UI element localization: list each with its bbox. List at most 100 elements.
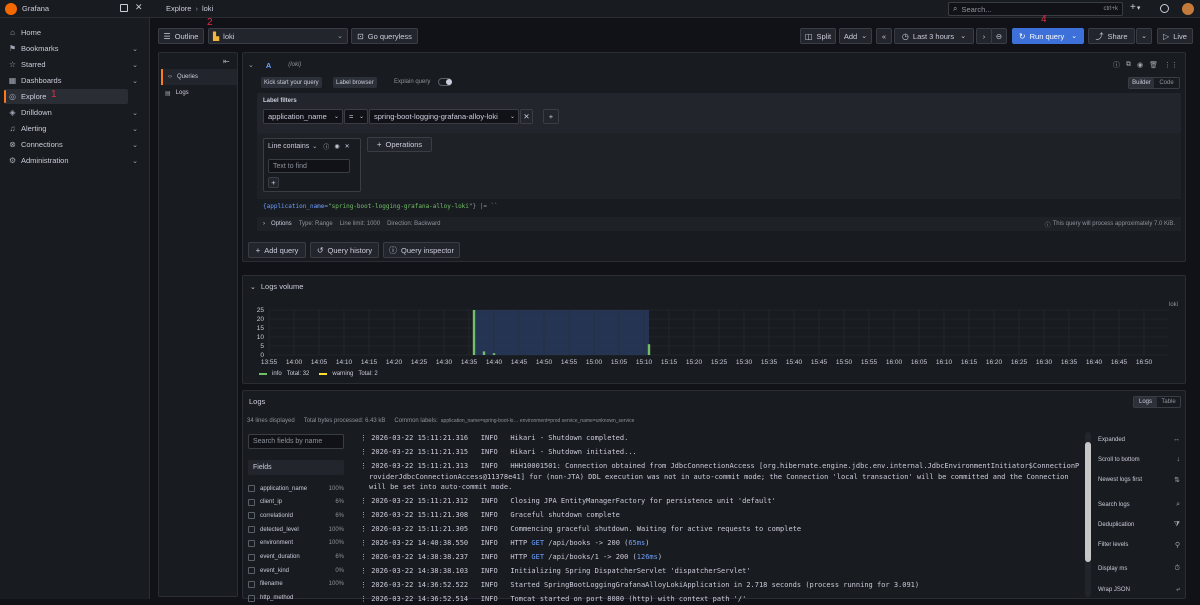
log-row[interactable]: ⋮ 2026-03-22 14:40:38.550 INFO HTTP GET …: [360, 538, 1085, 549]
collapse-outline-icon[interactable]: ⇤: [223, 57, 230, 66]
field-row[interactable]: event_duration 6%: [248, 552, 344, 563]
log-row[interactable]: ⋮ 2026-03-22 14:36:52.514 INFO Tomcat st…: [360, 594, 1085, 605]
label-browser-button[interactable]: Label browser: [333, 77, 377, 88]
sidebar-item-bookmarks[interactable]: ⚑ Bookmarks ⌄: [4, 41, 138, 56]
datasource-picker[interactable]: ▙ loki ⌄: [208, 28, 348, 44]
time-back-button[interactable]: «: [876, 28, 892, 44]
log-row-menu-icon[interactable]: ⋮: [360, 525, 371, 533]
chevron-down-icon[interactable]: ⌄: [132, 109, 138, 117]
logs-scrollbar[interactable]: [1085, 432, 1091, 597]
add-button[interactable]: Add ⌄: [839, 28, 872, 44]
operations-button[interactable]: + Operations: [367, 137, 432, 152]
field-row[interactable]: client_ip 6%: [248, 497, 344, 508]
sidebar-item-explore[interactable]: ◎ Explore: [4, 89, 128, 104]
explain-query-toggle[interactable]: [438, 78, 452, 86]
split-button[interactable]: ◫ Split: [800, 28, 836, 44]
field-row[interactable]: application_name 100%: [248, 483, 344, 494]
line-contains-label[interactable]: Line contains: [268, 143, 309, 150]
field-row[interactable]: event_kind 0%: [248, 565, 344, 576]
log-row[interactable]: ⋮ 2026-03-22 15:11:21.305 INFO Commencin…: [360, 524, 1085, 535]
field-row[interactable]: environment 100%: [248, 538, 344, 549]
go-queryless-button[interactable]: ⊡ Go queryless: [351, 28, 418, 44]
run-query-button[interactable]: ↻ Run query ⌄: [1012, 28, 1084, 44]
time-range-picker[interactable]: ◷ Last 3 hours ⌄: [894, 28, 974, 44]
log-row-menu-icon[interactable]: ⋮: [360, 539, 371, 547]
field-checkbox[interactable]: [248, 594, 255, 602]
search-fields-input[interactable]: Search fields by name: [248, 434, 344, 449]
label-name-select[interactable]: application_name ⌄: [263, 109, 343, 124]
field-row[interactable]: http_method: [248, 593, 344, 604]
field-checkbox[interactable]: [248, 526, 255, 534]
bar-info[interactable]: [492, 353, 496, 355]
log-option-expanded[interactable]: Expanded ↔: [1098, 436, 1180, 443]
sidebar-item-dashboards[interactable]: ▦ Dashboards ⌄: [4, 73, 138, 88]
sidebar-item-alerting[interactable]: ♫ Alerting ⌄: [4, 121, 139, 136]
grafana-logo-icon[interactable]: [5, 3, 17, 15]
log-option-display-ms[interactable]: Display ms ⏱: [1098, 565, 1180, 573]
table-tab[interactable]: Table: [1157, 397, 1180, 407]
share-dropdown-button[interactable]: ⌄: [1136, 28, 1152, 44]
text-to-find-input[interactable]: Text to find: [268, 159, 350, 173]
log-row-menu-icon[interactable]: ⋮: [360, 497, 371, 505]
collapse-query-icon[interactable]: ⌄: [248, 61, 254, 69]
eye-icon[interactable]: ◉: [334, 143, 339, 150]
log-row[interactable]: ⋮ 2026-03-22 15:11:21.308 INFO Graceful …: [360, 510, 1085, 521]
field-checkbox[interactable]: [248, 539, 255, 547]
log-option-newest-logs-first[interactable]: Newest logs first ⇅: [1098, 476, 1180, 484]
log-row-menu-icon[interactable]: ⋮: [360, 448, 371, 456]
log-row[interactable]: ⋮ 2026-03-22 15:11:21.313 INFO HHH100015…: [360, 461, 1085, 472]
avatar[interactable]: [1182, 3, 1194, 15]
field-checkbox[interactable]: [248, 567, 255, 575]
bar-info[interactable]: [482, 351, 486, 355]
sidebar-item-starred[interactable]: ☆ Starred ⌄: [4, 57, 138, 72]
legend-label[interactable]: info: [272, 371, 282, 377]
add-label-filter-button[interactable]: +: [543, 109, 559, 124]
delete-query-icon[interactable]: 🗑: [1149, 61, 1158, 69]
search-bar[interactable]: ⌕ Search... ctrl+k: [948, 2, 1123, 16]
sidebar-item-drilldown[interactable]: ◈ Drilldown ⌄: [4, 105, 138, 120]
operator-select[interactable]: = ⌄: [344, 109, 368, 124]
log-row[interactable]: ⋮ 2026-03-22 15:11:21.316 INFO Hikari - …: [360, 433, 1085, 444]
drag-handle-icon[interactable]: ⋮⋮: [1164, 61, 1178, 69]
outline-item-logs[interactable]: ▤ Logs: [163, 87, 237, 99]
chevron-down-icon[interactable]: ⌄: [132, 125, 138, 133]
log-row[interactable]: ⋮ 2026-03-22 14:36:52.522 INFO Started S…: [360, 580, 1085, 591]
sidebar-item-home[interactable]: ⌂ Home: [4, 25, 128, 40]
add-param-button[interactable]: +: [268, 177, 279, 188]
log-option-wrap-json[interactable]: Wrap JSON ⤶: [1098, 586, 1180, 594]
query-history-button[interactable]: ↺ Query history: [310, 242, 379, 258]
logs-tab[interactable]: Logs: [1134, 397, 1157, 407]
chevron-down-icon[interactable]: ⌄: [132, 141, 138, 149]
log-row-menu-icon[interactable]: ⋮: [360, 511, 371, 519]
chevron-down-icon[interactable]: ⌄: [132, 61, 138, 69]
chevron-down-icon[interactable]: ⌄: [132, 77, 138, 85]
bar-info[interactable]: [647, 344, 651, 355]
log-row-menu-icon[interactable]: ⋮: [360, 567, 371, 575]
log-row[interactable]: ⋮ 2026-03-22 14:38:38.237 INFO HTTP GET …: [360, 552, 1085, 563]
log-row-menu-icon[interactable]: ⋮: [360, 553, 371, 561]
remove-label-filter-button[interactable]: ✕: [520, 109, 533, 124]
log-option-filter-levels[interactable]: Filter levels ⚲: [1098, 541, 1180, 549]
outline-button[interactable]: ☰ Outline: [158, 28, 204, 44]
code-tab[interactable]: Code: [1154, 78, 1179, 88]
outline-item-queries[interactable]: ‹› Queries: [161, 69, 237, 85]
dock-menu-icon[interactable]: [120, 4, 128, 12]
log-option-scroll-to-bottom[interactable]: Scroll to bottom ↓: [1098, 456, 1180, 463]
field-checkbox[interactable]: [248, 553, 255, 561]
chevron-down-icon[interactable]: ⌄: [132, 157, 138, 165]
log-row-menu-icon[interactable]: ⋮: [360, 462, 371, 470]
field-row[interactable]: filename 100%: [248, 579, 344, 590]
field-checkbox[interactable]: [248, 485, 255, 492]
chevron-down-icon[interactable]: ⌄: [132, 45, 138, 53]
log-option-search-logs[interactable]: Search logs ⌕: [1098, 501, 1180, 509]
bar-info[interactable]: [472, 310, 476, 355]
query-help-icon[interactable]: ⓘ: [1113, 60, 1120, 70]
label-value-select[interactable]: spring-boot-logging-grafana-alloy-loki ⌄: [369, 109, 519, 124]
log-row-menu-icon[interactable]: ⋮: [360, 581, 371, 589]
field-checkbox[interactable]: [248, 498, 255, 506]
share-button[interactable]: ⤴ Share: [1088, 28, 1135, 44]
log-row-menu-icon[interactable]: ⋮: [360, 595, 371, 603]
field-checkbox[interactable]: [248, 512, 255, 520]
log-row[interactable]: ⋮ 2026-03-22 15:11:21.315 INFO Hikari - …: [360, 447, 1085, 458]
field-checkbox[interactable]: [248, 580, 255, 588]
